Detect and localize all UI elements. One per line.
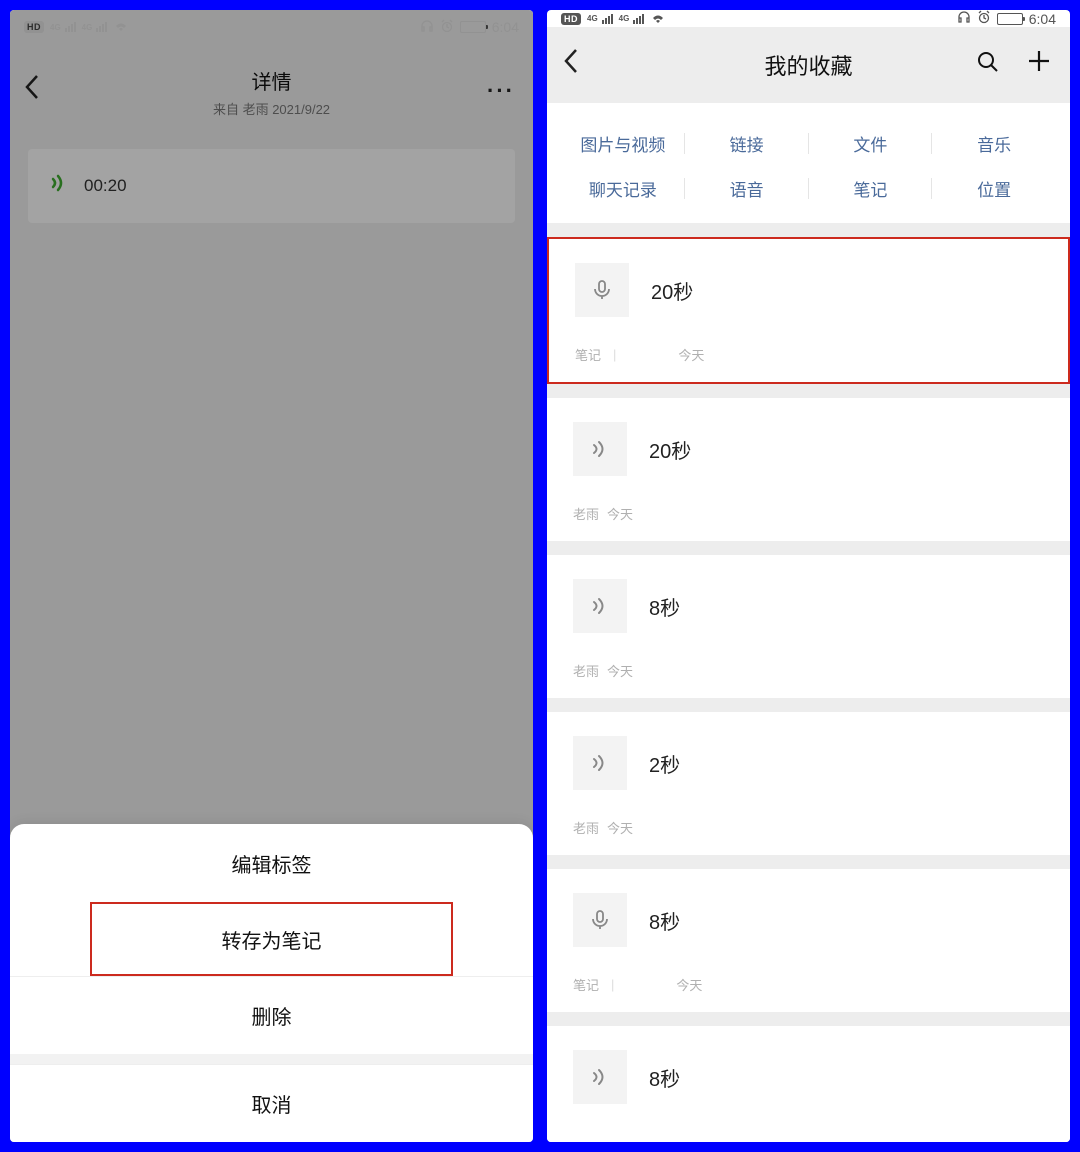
- category-voice[interactable]: 语音: [685, 176, 809, 201]
- alarm-icon: [977, 10, 991, 27]
- fav-meta-date: 今天: [607, 661, 633, 680]
- fav-meta-date: 今天: [607, 504, 633, 523]
- fav-meta-date: 今天: [678, 345, 704, 364]
- page-title: 我的收藏: [764, 49, 852, 81]
- fav-meta-source: 老雨: [573, 504, 599, 523]
- search-icon[interactable]: [976, 50, 1000, 81]
- signal-icon: [602, 14, 613, 24]
- category-location[interactable]: 位置: [932, 176, 1056, 201]
- fav-meta-pipe: |: [613, 347, 616, 362]
- category-panel: 图片与视频 链接 文件 音乐 聊天记录 语音 笔记 位置: [547, 103, 1070, 223]
- category-music[interactable]: 音乐: [932, 131, 1056, 156]
- back-icon[interactable]: [563, 48, 579, 82]
- sheet-cancel[interactable]: 取消: [10, 1064, 533, 1142]
- fav-item-title: 20秒: [651, 276, 693, 305]
- fav-item-meta: 笔记 | 今天: [573, 975, 1044, 994]
- fav-item-title: 8秒: [649, 1063, 680, 1092]
- fav-meta-source: 笔记: [573, 975, 599, 994]
- favorite-item[interactable]: 20秒笔记 | 今天: [547, 237, 1070, 384]
- fav-meta-date: 今天: [676, 975, 702, 994]
- fav-item-meta: 老雨今天: [573, 504, 1044, 523]
- right-body: 我的收藏 图片与视频 链接 文件 音乐 聊天记录 语音 笔记 位置 20秒笔记|…: [547, 27, 1070, 1142]
- favorite-item[interactable]: 20秒老雨今天: [547, 398, 1070, 541]
- right-screenshot: HD 4G 4G 6:04 我的收藏: [547, 10, 1070, 1142]
- category-row-1: 图片与视频 链接 文件 音乐: [547, 121, 1070, 166]
- mic-icon: [573, 893, 627, 947]
- fav-item-title: 8秒: [649, 906, 680, 935]
- fav-item-title: 8秒: [649, 592, 680, 621]
- fav-meta-source: 老雨: [573, 818, 599, 837]
- battery-icon: [997, 13, 1023, 25]
- category-links[interactable]: 链接: [685, 131, 809, 156]
- category-notes[interactable]: 笔记: [809, 176, 933, 201]
- fav-item-meta: 笔记 | 今天: [575, 345, 1042, 364]
- sheet-delete[interactable]: 删除: [10, 976, 533, 1054]
- sound-icon: [573, 736, 627, 790]
- sound-icon: [573, 1050, 627, 1104]
- fav-item-meta: 老雨今天: [573, 818, 1044, 837]
- category-images-videos[interactable]: 图片与视频: [561, 131, 685, 156]
- favorite-item[interactable]: 8秒: [547, 1026, 1070, 1142]
- network-label: 4G: [587, 14, 598, 23]
- fav-meta-source: 笔记: [575, 345, 601, 364]
- left-screenshot: HD 4G 4G 6:04: [10, 10, 533, 1142]
- add-icon[interactable]: [1026, 48, 1052, 82]
- fav-item-meta: 老雨今天: [573, 661, 1044, 680]
- mic-icon: [575, 263, 629, 317]
- headset-icon: [957, 10, 971, 27]
- sheet-save-as-note[interactable]: 转存为笔记: [90, 902, 453, 976]
- status-time: 6:04: [1029, 11, 1056, 27]
- category-files[interactable]: 文件: [809, 131, 933, 156]
- status-bar: HD 4G 4G 6:04: [547, 10, 1070, 27]
- category-chat[interactable]: 聊天记录: [561, 176, 685, 201]
- sound-icon: [573, 579, 627, 633]
- fav-meta-pipe: |: [611, 977, 614, 992]
- left-body: HD 4G 4G 6:04: [10, 10, 533, 1142]
- signal-icon: [633, 14, 644, 24]
- fav-item-title: 2秒: [649, 749, 680, 778]
- fav-meta-source: 老雨: [573, 661, 599, 680]
- category-row-2: 聊天记录 语音 笔记 位置: [547, 166, 1070, 211]
- favorite-item[interactable]: 8秒笔记 | 今天: [547, 869, 1070, 1012]
- favorites-list[interactable]: 20秒笔记|今天20秒老雨今天8秒老雨今天2秒老雨今天8秒笔记|今天8秒: [547, 237, 1070, 1142]
- fav-item-title: 20秒: [649, 435, 691, 464]
- sheet-edit-tag[interactable]: 编辑标签: [10, 824, 533, 902]
- network-label-2: 4G: [619, 14, 630, 23]
- wifi-icon: [650, 11, 666, 27]
- favorite-item[interactable]: 8秒老雨今天: [547, 555, 1070, 698]
- sheet-divider: [10, 1054, 533, 1064]
- action-sheet: 编辑标签 转存为笔记 删除 取消: [10, 824, 533, 1142]
- fav-meta-blur: [626, 976, 668, 994]
- favorite-item[interactable]: 2秒老雨今天: [547, 712, 1070, 855]
- fav-meta-blur: [628, 346, 670, 364]
- hd-badge: HD: [561, 13, 581, 25]
- favorites-header: 我的收藏: [547, 27, 1070, 103]
- sound-icon: [573, 422, 627, 476]
- fav-meta-date: 今天: [607, 818, 633, 837]
